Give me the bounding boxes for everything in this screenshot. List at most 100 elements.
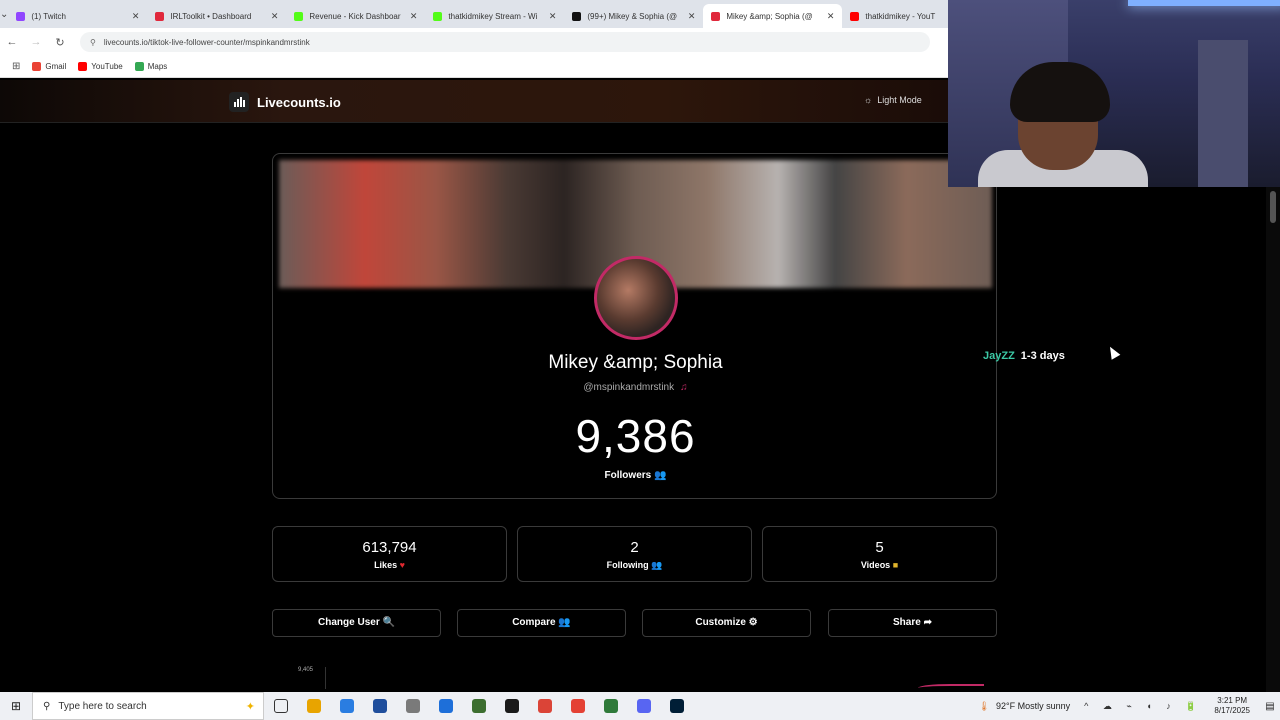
followers-label: Followers — [604, 470, 652, 481]
reload-icon[interactable]: ↻ — [48, 36, 72, 49]
light-mode-toggle[interactable]: ☼ Light Mode — [864, 95, 922, 105]
sparkle-icon: ✦ — [245, 700, 255, 713]
taskbar-app-icon[interactable] — [396, 692, 429, 720]
tab-favicon-icon — [16, 11, 26, 21]
site-header: Livecounts.io ☼ Light Mode — [0, 80, 950, 123]
taskbar-app-icon[interactable] — [495, 692, 528, 720]
taskbar-app-icon[interactable] — [429, 692, 462, 720]
change-user-button[interactable]: Change User 🔍 — [272, 609, 441, 637]
tab-close-icon[interactable]: ✕ — [271, 11, 279, 22]
youtube-icon — [78, 62, 88, 71]
following-label: Following — [606, 560, 649, 570]
tab-favicon-icon — [294, 11, 304, 21]
webcam-person-hair — [1010, 62, 1110, 122]
tab-close-icon[interactable]: ✕ — [549, 11, 557, 22]
app-glyph-icon — [438, 699, 453, 713]
scrollbar-thumb[interactable] — [1270, 191, 1276, 223]
tab-favicon-icon — [850, 11, 860, 21]
app-glyph-icon — [405, 699, 420, 713]
bookmark-label: Gmail — [45, 62, 67, 71]
clock[interactable]: 3:21 PM 8/17/2025 — [1214, 696, 1250, 716]
windows-start-icon[interactable]: ⊞ — [0, 699, 32, 713]
brand-name: Livecounts.io — [257, 94, 341, 110]
mouse-cursor-icon — [1105, 344, 1121, 360]
handle-row: @mspinkandmrstink ♫ — [273, 382, 996, 393]
clock-date: 8/17/2025 — [1214, 706, 1250, 715]
likes-stat: 613,794 Likes ♥ — [272, 526, 507, 582]
sun-icon: ☼ — [864, 95, 873, 105]
taskbar-app-icon[interactable] — [594, 692, 627, 720]
chart-tick-label: 9,405 — [298, 667, 314, 673]
tab-title: Revenue - Kick Dashboar — [309, 11, 401, 21]
bar-chart-icon — [229, 92, 249, 112]
bookmark-youtube[interactable]: YouTube — [78, 62, 123, 71]
browser-tab[interactable]: IRLToolkit • Dashboard ✕ — [147, 4, 286, 28]
tab-close-icon[interactable]: ✕ — [688, 11, 696, 22]
side-note-user: JayZZ — [983, 350, 1015, 362]
app-glyph-icon — [537, 699, 552, 713]
users-icon: 👥 — [654, 470, 667, 481]
display-name: Mikey &amp; Sophia — [548, 352, 723, 373]
back-arrow-icon[interactable]: ← — [0, 36, 24, 48]
browser-tab[interactable]: Mikey &amp; Sophia (@ ✕ — [703, 4, 843, 28]
site-info-icon[interactable]: ⚲ — [90, 38, 96, 47]
app-glyph-icon — [372, 699, 387, 713]
tab-title: thatkidmikey Stream - Wi — [448, 11, 538, 21]
app-glyph-icon — [669, 699, 684, 713]
tiktok-icon: ♫ — [680, 382, 688, 393]
taskbar-app-icon[interactable] — [528, 692, 561, 720]
profile-card: Mikey &amp; Sophia @mspinkandmrstink ♫ 9,… — [272, 153, 997, 499]
taskbar-app-icon[interactable] — [462, 692, 495, 720]
taskbar-app-icon[interactable] — [660, 692, 693, 720]
taskbar-search[interactable]: ⚲ Type here to search ✦ — [32, 692, 264, 720]
browser-tab[interactable]: Revenue - Kick Dashboar ✕ — [286, 4, 425, 28]
tab-title: IRLToolkit • Dashboard — [170, 11, 252, 21]
share-button[interactable]: Share ➦ — [828, 609, 997, 637]
bookmark-gmail[interactable]: Gmail — [32, 62, 66, 71]
likes-value: 613,794 — [362, 539, 417, 556]
likes-label-row: Likes ♥ — [273, 560, 506, 570]
taskbar-app-icon[interactable] — [330, 692, 363, 720]
brand-logo[interactable]: Livecounts.io — [229, 92, 341, 112]
taskbar-app-icon[interactable] — [627, 692, 660, 720]
app-glyph-icon — [504, 699, 519, 713]
task-view-icon[interactable] — [264, 692, 297, 720]
tab-close-icon[interactable]: ✕ — [410, 11, 418, 22]
browser-tab[interactable]: (1) Twitch ✕ — [8, 4, 147, 28]
tab-favicon-icon — [572, 11, 582, 21]
videos-label-row: Videos ■ — [763, 560, 996, 570]
notification-icon[interactable]: ▤ — [1260, 701, 1280, 712]
following-label-row: Following 👥 — [518, 560, 751, 571]
page-scrollbar[interactable] — [1266, 187, 1280, 692]
taskbar-app-icon[interactable] — [363, 692, 396, 720]
compare-button[interactable]: Compare 👥 — [457, 609, 626, 637]
forward-arrow-icon[interactable]: → — [24, 36, 48, 48]
tray-icons[interactable]: ^ ☁ ⌁ ◖ ♪ 🔋 — [1084, 701, 1202, 712]
bookmark-maps[interactable]: Maps — [134, 62, 167, 71]
apps-grid-icon[interactable]: ⊞ — [12, 61, 20, 72]
video-camera-icon: ■ — [892, 560, 899, 570]
tab-close-icon[interactable]: ✕ — [827, 11, 835, 22]
tab-close-icon[interactable]: ✕ — [132, 11, 140, 22]
taskbar-app-icon[interactable] — [561, 692, 594, 720]
address-url: livecounts.io/tiktok-live-follower-count… — [103, 37, 310, 47]
address-bar[interactable]: ⚲ livecounts.io/tiktok-live-follower-cou… — [80, 32, 930, 52]
thermometer-icon: 🌡 — [978, 700, 990, 711]
weather-widget[interactable]: 🌡 92°F Mostly sunny — [979, 701, 1071, 712]
tab-title: Mikey &amp; Sophia (@ — [726, 11, 813, 21]
webcam-overlay — [948, 0, 1280, 187]
app-glyph-icon — [471, 699, 486, 713]
windows-taskbar: ⊞ ⚲ Type here to search ✦ 🌡 92°F Mostly … — [0, 692, 1280, 720]
weather-text: 92°F Mostly sunny — [995, 701, 1071, 711]
taskbar-apps — [297, 692, 693, 720]
chart-axis — [325, 667, 326, 689]
following-stat: 2 Following 👥 — [517, 526, 752, 582]
browser-tab[interactable]: thatkidmikey Stream - Wi ✕ — [425, 4, 564, 28]
avatar — [594, 256, 678, 340]
customize-button[interactable]: Customize ⚙ — [642, 609, 811, 637]
taskbar-app-icon[interactable] — [297, 692, 330, 720]
webcam-door — [1198, 40, 1248, 187]
gmail-icon — [32, 62, 42, 71]
browser-tab[interactable]: (99+) Mikey & Sophia (@ ✕ — [564, 4, 703, 28]
tab-search-chevron-icon[interactable]: ⌄ — [0, 0, 8, 28]
